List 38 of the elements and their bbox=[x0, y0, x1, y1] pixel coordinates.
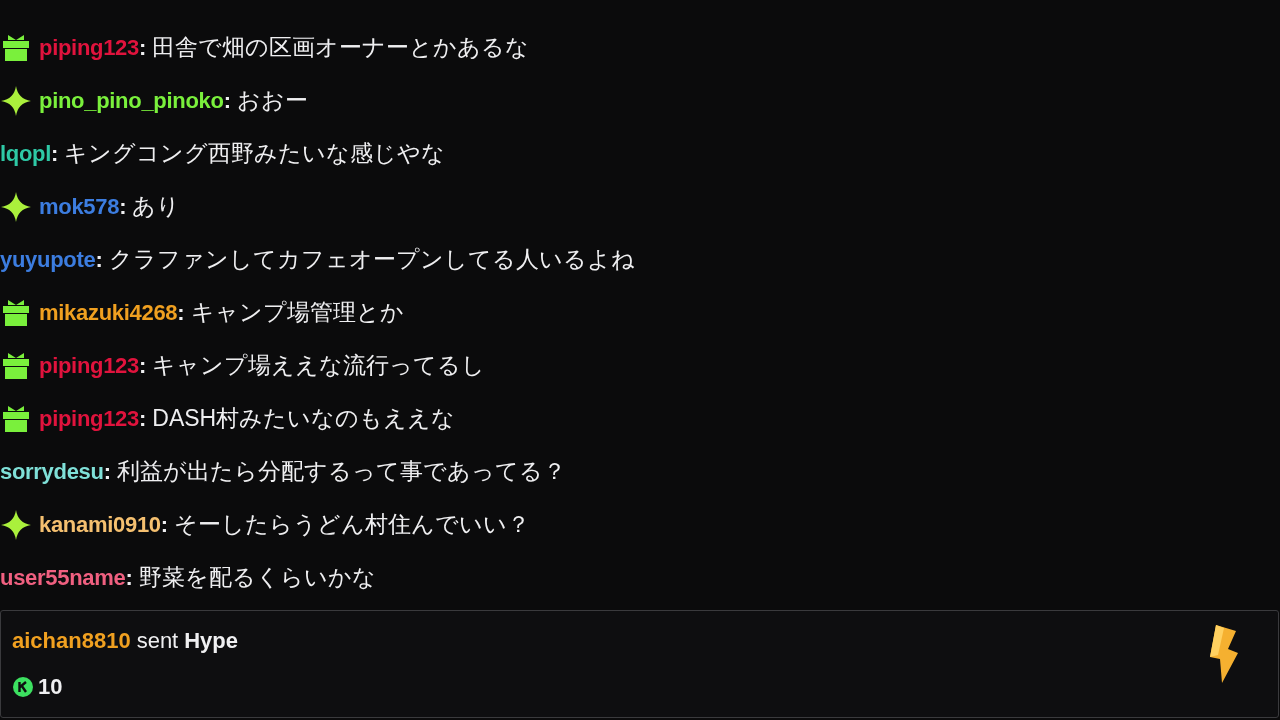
separator: : bbox=[119, 193, 127, 220]
gift-amount: 10 bbox=[38, 674, 63, 700]
username[interactable]: yuyupote bbox=[0, 246, 96, 273]
separator: : bbox=[125, 564, 133, 591]
message-text: キャンプ場管理とか bbox=[190, 298, 404, 327]
coin-icon bbox=[12, 676, 34, 698]
username[interactable]: piping123 bbox=[39, 34, 139, 61]
separator: : bbox=[160, 511, 169, 538]
username[interactable]: lqopl bbox=[0, 140, 52, 167]
message-text: キャンプ場ええな流行ってるし bbox=[152, 351, 486, 380]
message-text: DASH村みたいなのもええな bbox=[152, 404, 456, 433]
message-text: あり bbox=[132, 192, 181, 221]
gift-verb: sent bbox=[136, 628, 179, 654]
message-text: 利益が出たら分配するって事であってる？ bbox=[117, 457, 566, 486]
username[interactable]: kanami0910 bbox=[39, 511, 161, 538]
message-text: キングコング西野みたいな感じやな bbox=[64, 139, 446, 168]
separator: : bbox=[95, 246, 103, 273]
separator: : bbox=[223, 87, 231, 114]
username[interactable]: sorrydesu bbox=[0, 458, 104, 485]
gift-item: Hype bbox=[184, 628, 239, 654]
separator: : bbox=[139, 352, 147, 379]
message-text: そーしたらうどん村住んでいい？ bbox=[174, 510, 531, 539]
message-text: クラファンしてカフェオープンしてる人いるよね bbox=[108, 245, 635, 274]
separator: : bbox=[139, 405, 147, 432]
separator: : bbox=[177, 299, 185, 326]
separator: : bbox=[103, 458, 111, 485]
separator: : bbox=[51, 140, 59, 167]
username[interactable]: piping123 bbox=[39, 352, 139, 379]
username[interactable]: user55name bbox=[0, 564, 126, 591]
username[interactable]: piping123 bbox=[39, 405, 139, 432]
username[interactable]: aichan8810 bbox=[12, 628, 131, 654]
separator: : bbox=[139, 34, 147, 61]
username[interactable]: pino_pino_pinoko bbox=[39, 87, 224, 114]
username[interactable]: mikazuki4268 bbox=[39, 299, 178, 326]
username[interactable]: mok578 bbox=[39, 193, 120, 220]
message-text: 野菜を配るくらいかな bbox=[138, 563, 376, 592]
message-text: おおー bbox=[236, 86, 308, 115]
message-text: 田舎で畑の区画オーナーとかあるな bbox=[152, 33, 530, 62]
